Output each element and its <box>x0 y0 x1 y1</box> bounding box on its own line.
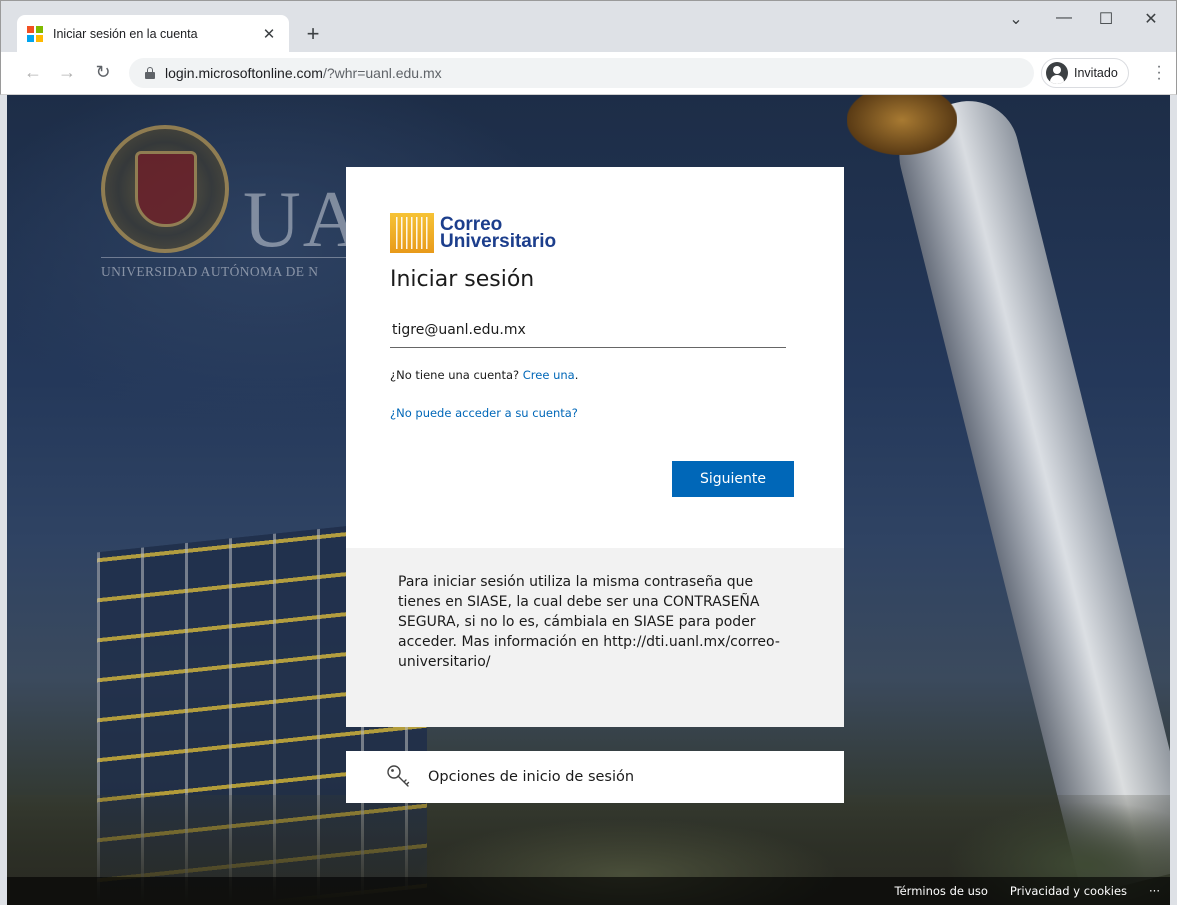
page-viewport: UAN UNIVERSIDAD AUTÓNOMA DE N Correo Uni… <box>7 95 1170 905</box>
page-footer: Términos de uso Privacidad y cookies ··· <box>7 877 1170 905</box>
signin-options-label: Opciones de inicio de sesión <box>428 769 635 785</box>
new-tab-button[interactable]: + <box>299 21 327 49</box>
key-icon <box>387 765 410 787</box>
brand-logo: Correo Universitario <box>390 211 800 255</box>
no-account-label: ¿No tiene una cuenta? <box>390 368 520 382</box>
info-text: Para iniciar sesión utiliza la misma con… <box>398 574 780 670</box>
maximize-button[interactable]: ☐ <box>1086 9 1126 29</box>
page-title: Iniciar sesión <box>390 267 535 292</box>
brand-line-2: Universitario <box>440 231 557 252</box>
browser-tab-bar: Iniciar sesión en la cuenta ✕ + ⌄ — ☐ ✕ <box>0 0 1177 53</box>
info-panel: Para iniciar sesión utiliza la misma con… <box>346 548 844 727</box>
next-button[interactable]: Siguiente <box>672 461 794 497</box>
browser-tab[interactable]: Iniciar sesión en la cuenta ✕ <box>17 15 289 53</box>
minimize-button[interactable]: — <box>1044 9 1084 27</box>
background-tower-top <box>847 95 957 155</box>
avatar-icon <box>1046 62 1068 84</box>
profile-button[interactable]: Invitado <box>1041 58 1129 88</box>
privacy-link[interactable]: Privacidad y cookies <box>1010 884 1127 898</box>
cant-access-link[interactable]: ¿No puede acceder a su cuenta? <box>390 406 800 420</box>
brand-text: Correo Universitario <box>440 215 557 252</box>
tab-title: Iniciar sesión en la cuenta <box>53 27 198 41</box>
reload-icon[interactable]: ↻ <box>91 62 115 83</box>
profile-label: Invitado <box>1074 66 1118 80</box>
university-seal-icon <box>101 125 229 253</box>
terms-link[interactable]: Términos de uso <box>895 884 988 898</box>
more-options-icon[interactable]: ··· <box>1149 884 1160 898</box>
signin-card: Correo Universitario Iniciar sesión ¿No … <box>346 167 844 727</box>
no-account-text: ¿No tiene una cuenta? Cree una. <box>390 368 579 382</box>
url-text: login.microsoftonline.com/?whr=uanl.edu.… <box>165 65 442 81</box>
close-window-button[interactable]: ✕ <box>1131 9 1171 29</box>
background-tower <box>888 95 1170 896</box>
tab-search-icon[interactable]: ⌄ <box>996 9 1036 29</box>
url-host: login.microsoftonline.com <box>165 65 323 81</box>
create-account-link[interactable]: Cree una <box>523 368 575 382</box>
microsoft-logo-icon <box>27 26 43 42</box>
url-path: /?whr=uanl.edu.mx <box>322 65 442 81</box>
signin-options-button[interactable]: Opciones de inicio de sesión <box>346 751 844 803</box>
browser-toolbar: ← → ↻ login.microsoftonline.com/?whr=uan… <box>0 52 1177 95</box>
signin-form: Correo Universitario Iniciar sesión ¿No … <box>346 167 844 548</box>
email-field[interactable] <box>390 318 786 348</box>
address-bar[interactable]: login.microsoftonline.com/?whr=uanl.edu.… <box>129 58 1034 88</box>
browser-menu-icon[interactable]: · · · <box>1151 59 1167 87</box>
back-arrow-icon[interactable]: ← <box>21 62 45 83</box>
university-name: UNIVERSIDAD AUTÓNOMA DE N <box>101 257 351 280</box>
forward-arrow-icon[interactable]: → <box>55 62 79 83</box>
correo-logo-icon <box>390 213 434 253</box>
lock-icon[interactable] <box>145 67 155 79</box>
tab-close-icon[interactable]: ✕ <box>259 25 279 43</box>
